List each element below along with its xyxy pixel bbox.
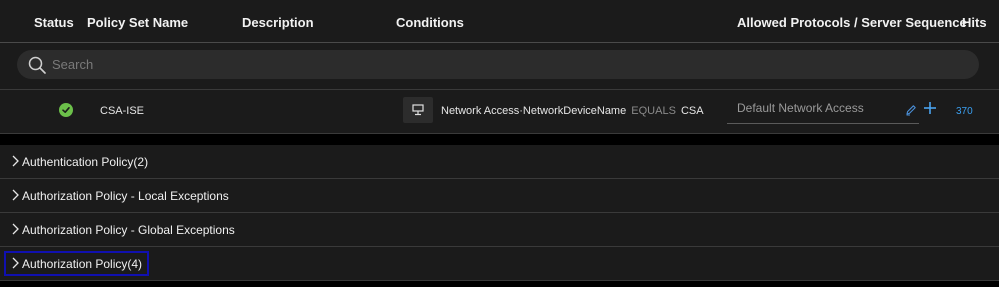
section-authorization-local-exceptions[interactable]: Authorization Policy - Local Exceptions — [0, 179, 999, 213]
allowed-protocols-value: Default Network Access — [737, 101, 864, 115]
section-label: Authentication Policy(2) — [22, 155, 149, 169]
condition-value: CSA — [680, 105, 704, 117]
column-header-hits[interactable]: Hits — [962, 15, 987, 30]
search-bar — [0, 43, 999, 90]
chevron-right-icon — [12, 189, 19, 201]
table-header: Status Policy Set Name Description Condi… — [0, 0, 999, 43]
allowed-protocols-select[interactable]: Default Network Access — [727, 90, 919, 124]
condition-operator: EQUALS — [631, 105, 676, 117]
policy-set-row[interactable]: CSA-ISE Network Access·NetworkDeviceName… — [0, 90, 999, 134]
edit-icon[interactable] — [905, 104, 917, 116]
section-authorization-global-exceptions[interactable]: Authorization Policy - Global Exceptions — [0, 213, 999, 247]
policy-set-name[interactable]: CSA-ISE — [100, 105, 144, 117]
add-icon[interactable] — [923, 101, 937, 115]
column-header-policy-set-name[interactable]: Policy Set Name — [87, 15, 188, 30]
status-enabled-icon[interactable] — [59, 103, 73, 117]
section-authentication-policy[interactable]: Authentication Policy(2) — [0, 145, 999, 179]
device-icon — [403, 97, 433, 123]
column-header-allowed-protocols[interactable]: Allowed Protocols / Server Sequence — [737, 15, 967, 30]
search-icon — [28, 56, 46, 74]
search-input[interactable] — [17, 50, 979, 79]
column-header-conditions[interactable]: Conditions — [396, 15, 464, 30]
section-authorization-policy[interactable]: Authorization Policy(4) — [0, 247, 999, 281]
chevron-right-icon — [12, 155, 19, 167]
column-header-description[interactable]: Description — [242, 15, 314, 30]
section-label: Authorization Policy(4) — [22, 257, 143, 271]
chevron-right-icon — [12, 257, 19, 269]
chevron-right-icon — [12, 223, 19, 235]
section-label: Authorization Policy - Local Exceptions — [22, 189, 229, 203]
condition-expression[interactable]: Network Access·NetworkDeviceName EQUALS … — [441, 105, 704, 117]
condition-attribute: Network Access·NetworkDeviceName — [441, 105, 627, 117]
section-label: Authorization Policy - Global Exceptions — [22, 223, 235, 237]
column-header-status[interactable]: Status — [34, 15, 74, 30]
hits-count[interactable]: 370 — [956, 106, 973, 117]
